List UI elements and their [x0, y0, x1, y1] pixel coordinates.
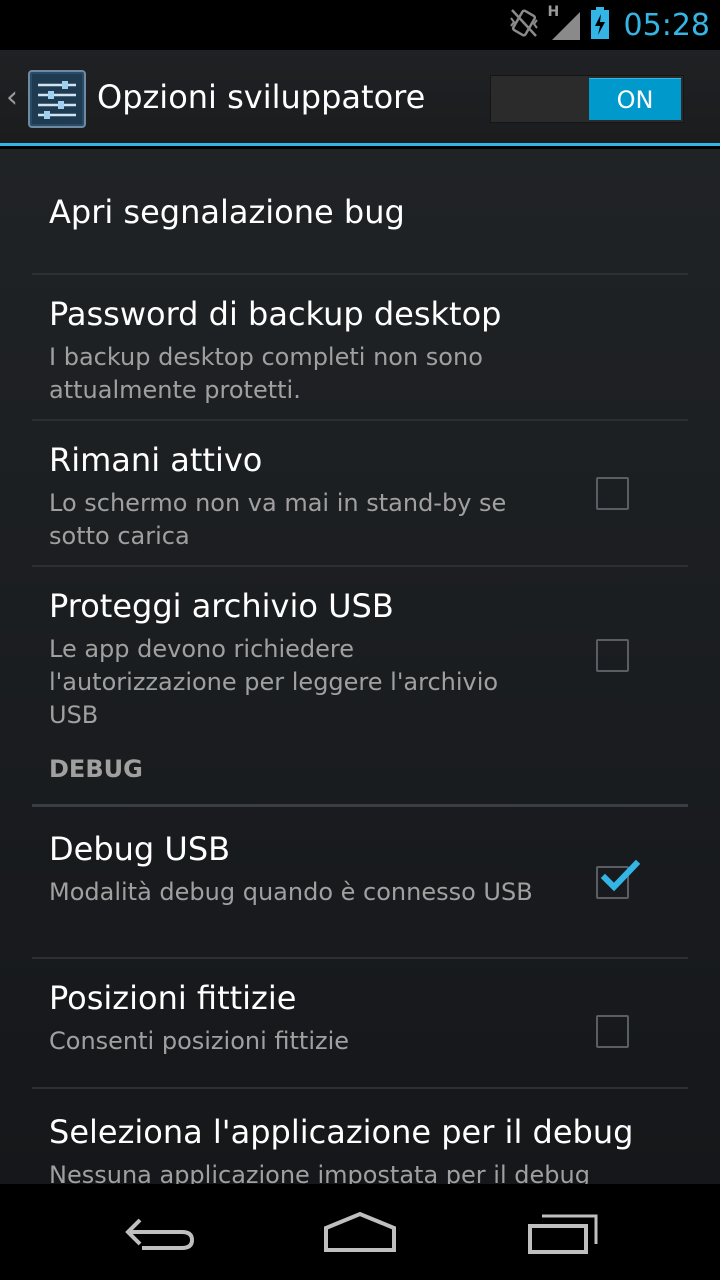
navigation-bar: [0, 1184, 720, 1280]
pref-bug-report[interactable]: Apri segnalazione bug: [32, 149, 688, 275]
pref-title: Seleziona l'applicazione per il debug: [49, 1113, 634, 1151]
vibrate-icon: [508, 6, 540, 44]
clock: 05:28: [623, 7, 710, 43]
home-icon[interactable]: [320, 1208, 400, 1262]
pref-mock-locations[interactable]: Posizioni fittizie Consenti posizioni fi…: [32, 959, 688, 1089]
pref-title: Rimani attivo: [49, 441, 263, 479]
preferences-list[interactable]: Apri segnalazione bug Password di backup…: [0, 149, 720, 1184]
action-bar: ‹ Opzioni sviluppatore ON: [0, 50, 720, 146]
pref-protect-usb[interactable]: Proteggi archivio USB Le app devono rich…: [32, 567, 688, 735]
pref-title: Password di backup desktop: [49, 295, 502, 333]
pref-backup-password[interactable]: Password di backup desktop I backup desk…: [32, 275, 688, 421]
stay-awake-checkbox[interactable]: [596, 477, 629, 510]
pref-summary: Lo schermo non va mai in stand-by se sot…: [49, 489, 507, 550]
switch-thumb: ON: [589, 78, 681, 120]
recent-apps-icon[interactable]: [522, 1208, 602, 1262]
mock-locations-checkbox[interactable]: [596, 1015, 629, 1048]
pref-summary: Consenti posizioni fittizie: [49, 1027, 350, 1055]
pref-summary: Le app devono richiedere l'autorizzazion…: [49, 635, 499, 729]
section-title: DEBUG: [49, 755, 143, 783]
pref-title: Apri segnalazione bug: [49, 193, 405, 231]
pref-select-debug-app[interactable]: Seleziona l'applicazione per il debug Ne…: [32, 1089, 688, 1184]
pref-title: Posizioni fittizie: [49, 979, 297, 1017]
back-icon[interactable]: [120, 1208, 200, 1262]
pref-title: Debug USB: [49, 830, 231, 868]
pref-usb-debugging[interactable]: Debug USB Modalità debug quando è connes…: [32, 810, 688, 959]
checkmark-icon: [600, 859, 640, 892]
pref-title: Proteggi archivio USB: [49, 587, 394, 625]
up-navigation-icon[interactable]: ‹: [6, 80, 18, 115]
settings-app-icon[interactable]: [28, 70, 86, 128]
usb-debugging-checkbox[interactable]: [596, 859, 640, 899]
developer-options-switch[interactable]: ON: [490, 75, 684, 123]
pref-stay-awake[interactable]: Rimani attivo Lo schermo non va mai in s…: [32, 421, 688, 567]
status-bar: H 05:28: [0, 0, 720, 50]
protect-usb-checkbox[interactable]: [596, 639, 629, 672]
pref-summary: Nessuna applicazione impostata per il de…: [49, 1161, 590, 1184]
battery-charging-icon: [590, 6, 610, 44]
page-title: Opzioni sviluppatore: [97, 78, 426, 116]
pref-summary: Modalità debug quando è connesso USB: [49, 878, 533, 906]
signal-icon: H: [548, 4, 582, 42]
section-header-debug: DEBUG: [32, 755, 688, 807]
pref-summary: I backup desktop completi non sono attua…: [49, 343, 483, 404]
